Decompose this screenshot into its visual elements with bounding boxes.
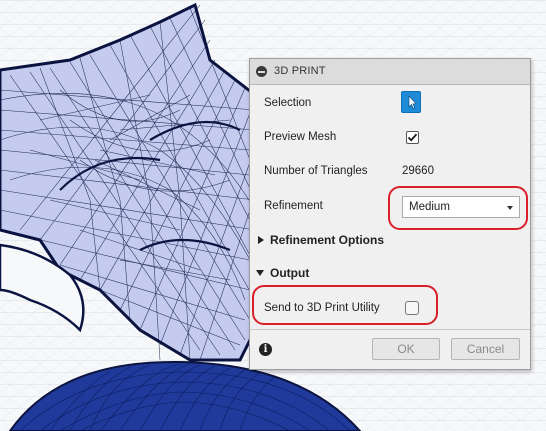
ok-button[interactable]: OK xyxy=(372,338,440,360)
collapse-output-icon[interactable] xyxy=(256,270,264,276)
refinement-select[interactable]: Medium xyxy=(402,196,520,218)
chevron-down-icon xyxy=(507,206,513,210)
cancel-button[interactable]: Cancel xyxy=(451,338,520,360)
refinement-selected-value: Medium xyxy=(409,201,450,213)
dialog-header: 3D PRINT xyxy=(250,59,530,85)
refinement-options-section[interactable]: Refinement Options xyxy=(270,233,384,247)
send-to-utility-checkbox[interactable] xyxy=(405,301,419,315)
footer-divider xyxy=(250,329,530,330)
output-section[interactable]: Output xyxy=(270,266,309,280)
collapse-icon[interactable] xyxy=(256,66,267,77)
preview-mesh-checkbox[interactable] xyxy=(406,131,419,144)
refinement-label: Refinement xyxy=(264,200,323,212)
send-to-utility-label: Send to 3D Print Utility xyxy=(264,302,380,314)
pointer-icon xyxy=(408,95,417,109)
expand-refinement-options-icon[interactable] xyxy=(258,236,264,244)
triangles-label: Number of Triangles xyxy=(264,165,368,177)
info-icon[interactable]: i xyxy=(259,343,272,356)
preview-mesh-label: Preview Mesh xyxy=(264,131,337,143)
3d-print-dialog: 3D PRINT Selection Preview Mesh Number o… xyxy=(249,58,531,370)
selection-button[interactable] xyxy=(401,91,421,113)
triangles-value: 29660 xyxy=(402,165,434,177)
check-icon xyxy=(407,133,418,142)
selection-label: Selection xyxy=(264,97,312,109)
dialog-title: 3D PRINT xyxy=(274,65,326,77)
